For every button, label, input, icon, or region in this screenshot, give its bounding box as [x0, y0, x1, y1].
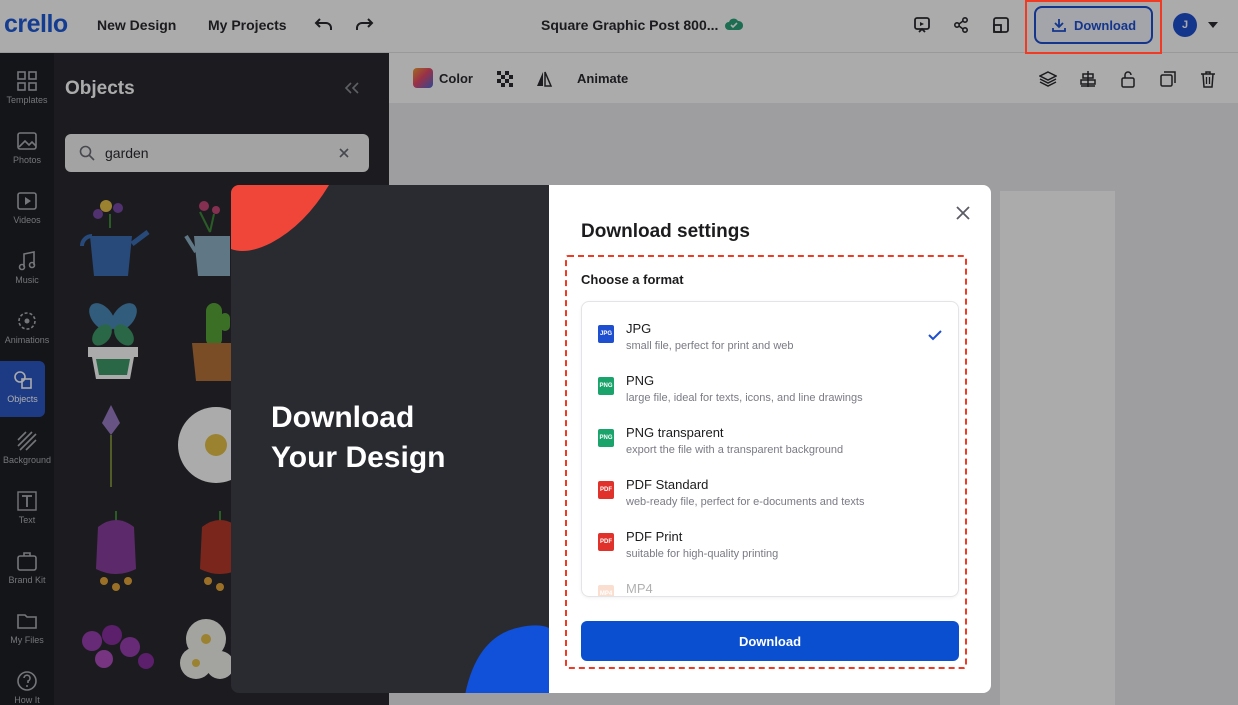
close-icon[interactable] — [954, 204, 972, 222]
red-blob-decoration — [231, 185, 329, 251]
promo-title-line2: Your Design — [271, 441, 446, 474]
promo-title: Download Your Design — [271, 398, 445, 478]
download-promo-panel: Download Your Design — [231, 185, 549, 693]
highlight-download-button — [1025, 0, 1162, 54]
highlight-format-section — [565, 255, 967, 669]
dialog-title: Download settings — [581, 221, 750, 242]
promo-title-line1: Download — [271, 401, 415, 434]
blue-blob-decoration — [465, 625, 549, 693]
